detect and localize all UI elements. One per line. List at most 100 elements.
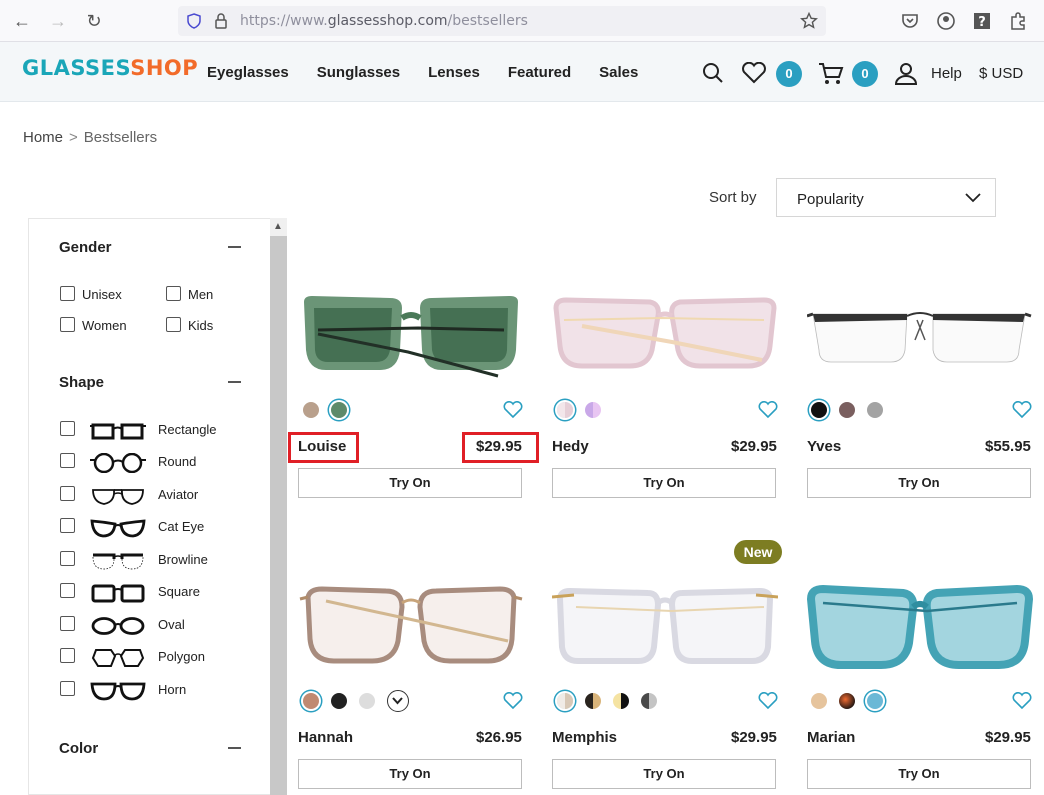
checkbox-kids[interactable] — [166, 317, 181, 332]
checkbox-aviator[interactable] — [60, 486, 75, 501]
back-icon[interactable]: ← — [12, 11, 32, 31]
yves-swatch-2[interactable] — [839, 402, 855, 418]
address-bar[interactable]: https://www.glassesshop.com/bestsellers — [178, 6, 826, 36]
louise-favorite-heart-icon[interactable] — [503, 401, 523, 419]
forward-icon[interactable]: → — [48, 11, 68, 31]
louise-price-highlight-box — [462, 432, 539, 463]
lock-icon[interactable] — [214, 13, 228, 29]
collapse-shape-icon[interactable] — [228, 381, 241, 383]
memphis-swatch-4[interactable] — [641, 693, 657, 709]
sidebar-scrollbar[interactable]: ▲ — [270, 218, 287, 795]
memphis-swatch-3[interactable] — [613, 693, 629, 709]
label-aviator: Aviator — [158, 487, 199, 502]
hedy-product-name[interactable]: Hedy — [552, 438, 589, 455]
help-extension-icon[interactable]: ? — [972, 11, 992, 31]
yves-favorite-heart-icon[interactable] — [1012, 401, 1032, 419]
scrollbar-thumb[interactable] — [270, 236, 287, 795]
search-icon[interactable] — [702, 62, 724, 84]
breadcrumb-home[interactable]: Home — [23, 129, 63, 146]
marian-product-name[interactable]: Marian — [807, 729, 855, 746]
checkbox-unisex[interactable] — [60, 286, 75, 301]
help-link[interactable]: Help — [931, 65, 962, 82]
checkbox-browline[interactable] — [60, 551, 75, 566]
checkbox-square[interactable] — [60, 583, 75, 598]
pocket-icon[interactable] — [900, 11, 920, 31]
hannah-swatch-2[interactable] — [331, 693, 347, 709]
hedy-swatch-1[interactable] — [557, 402, 573, 418]
wishlist-heart-icon[interactable] — [741, 62, 767, 84]
checkbox-rectangle[interactable] — [60, 421, 75, 436]
hannah-try-on-button[interactable]: Try On — [298, 759, 522, 789]
yves-swatch-1[interactable] — [811, 402, 827, 418]
louise-swatch-2[interactable] — [331, 402, 347, 418]
site-logo[interactable]: GLASSESSHOP — [22, 56, 198, 80]
currency-selector[interactable]: $ USD — [979, 65, 1023, 82]
hannah-more-colors-button[interactable] — [387, 690, 409, 712]
collapse-gender-icon[interactable] — [228, 246, 241, 248]
hannah-glasses-image[interactable] — [298, 581, 524, 681]
square-frame-icon — [91, 584, 145, 603]
breadcrumb-separator: > — [69, 129, 78, 146]
reload-icon[interactable]: ↻ — [84, 11, 104, 31]
yves-product-name[interactable]: Yves — [807, 438, 841, 455]
filter-gender-title[interactable]: Gender — [59, 239, 112, 256]
checkbox-round[interactable] — [60, 453, 75, 468]
cart-count-badge[interactable]: 0 — [852, 61, 878, 87]
memphis-new-badge: New — [734, 540, 782, 564]
marian-try-on-button[interactable]: Try On — [807, 759, 1031, 789]
bookmark-star-icon[interactable] — [800, 12, 818, 30]
memphis-favorite-heart-icon[interactable] — [758, 692, 778, 710]
marian-favorite-heart-icon[interactable] — [1012, 692, 1032, 710]
yves-try-on-button[interactable]: Try On — [807, 468, 1031, 498]
nav-featured[interactable]: Featured — [508, 64, 571, 81]
user-icon[interactable] — [894, 61, 918, 85]
shield-icon[interactable] — [186, 13, 202, 29]
louise-glasses-image[interactable] — [298, 290, 524, 390]
hedy-glasses-image[interactable] — [552, 290, 778, 390]
filter-color-title[interactable]: Color — [59, 740, 98, 757]
nav-sunglasses[interactable]: Sunglasses — [317, 64, 400, 81]
checkbox-women[interactable] — [60, 317, 75, 332]
checkbox-polygon[interactable] — [60, 648, 75, 663]
memphis-swatch-1[interactable] — [557, 693, 573, 709]
hannah-swatch-1[interactable] — [303, 693, 319, 709]
hannah-favorite-heart-icon[interactable] — [503, 692, 523, 710]
hedy-try-on-button[interactable]: Try On — [552, 468, 776, 498]
memphis-try-on-button[interactable]: Try On — [552, 759, 776, 789]
hannah-swatch-3[interactable] — [359, 693, 375, 709]
memphis-glasses-image[interactable] — [552, 581, 778, 681]
collapse-color-icon[interactable] — [228, 747, 241, 749]
checkbox-cat-eye[interactable] — [60, 518, 75, 533]
wishlist-count-badge[interactable]: 0 — [776, 61, 802, 87]
account-icon[interactable] — [936, 11, 956, 31]
yves-product-price: $55.95 — [985, 438, 1031, 455]
yves-glasses-image[interactable] — [807, 290, 1033, 390]
hannah-product-name[interactable]: Hannah — [298, 729, 353, 746]
marian-glasses-image[interactable] — [807, 581, 1033, 681]
checkbox-men[interactable] — [166, 286, 181, 301]
extensions-icon[interactable] — [1008, 11, 1028, 31]
memphis-product-name[interactable]: Memphis — [552, 729, 617, 746]
yves-swatch-3[interactable] — [867, 402, 883, 418]
hedy-favorite-heart-icon[interactable] — [758, 401, 778, 419]
cart-icon[interactable] — [818, 62, 844, 86]
hedy-swatch-2[interactable] — [585, 402, 601, 418]
label-round: Round — [158, 454, 197, 469]
nav-lenses[interactable]: Lenses — [428, 64, 480, 81]
marian-swatch-3[interactable] — [867, 693, 883, 709]
nav-eyeglasses[interactable]: Eyeglasses — [207, 64, 289, 81]
scroll-up-icon[interactable]: ▲ — [273, 221, 283, 232]
nav-sales[interactable]: Sales — [599, 64, 638, 81]
marian-swatch-1[interactable] — [811, 693, 827, 709]
label-browline: Browline — [158, 552, 208, 567]
louise-try-on-button[interactable]: Try On — [298, 468, 522, 498]
checkbox-horn[interactable] — [60, 681, 75, 696]
louise-swatch-1[interactable] — [303, 402, 319, 418]
browser-toolbar: ← → ↻ https://www.glassesshop.com/bestse… — [0, 0, 1044, 42]
memphis-swatch-2[interactable] — [585, 693, 601, 709]
filter-shape-title[interactable]: Shape — [59, 374, 104, 391]
sort-select[interactable]: Popularity — [776, 178, 996, 217]
marian-swatch-2[interactable] — [839, 693, 855, 709]
chevron-down-icon — [392, 697, 403, 705]
checkbox-oval[interactable] — [60, 616, 75, 631]
